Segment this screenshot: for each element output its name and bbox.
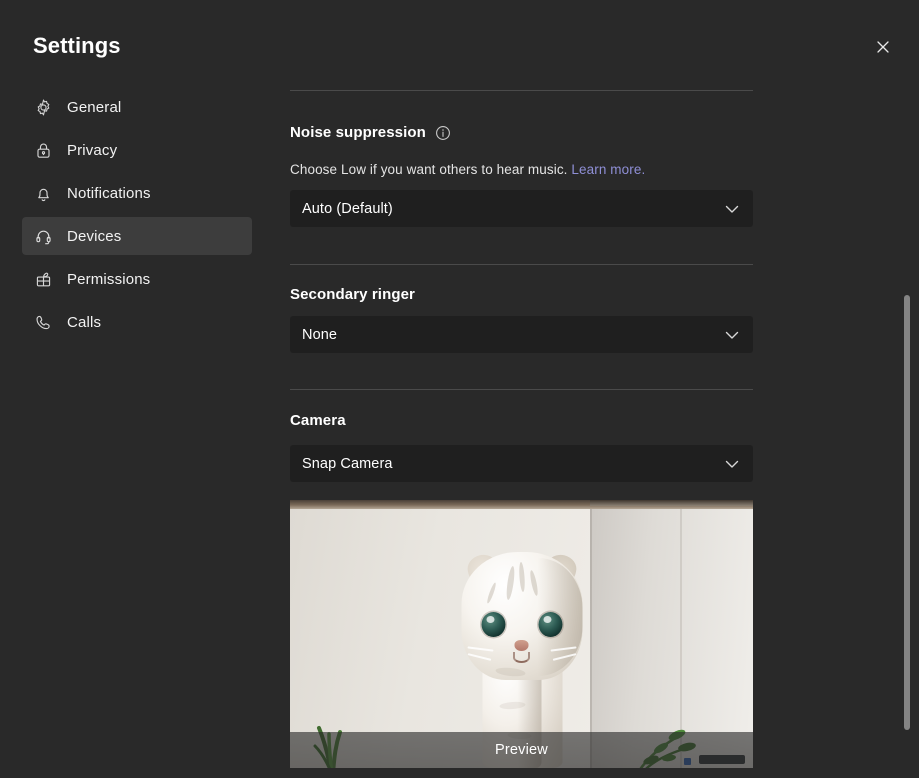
noise-suppression-value: Auto (Default) [302, 200, 393, 217]
noise-suppression-title: Noise suppression [290, 124, 426, 141]
settings-content: Noise suppression Choose Low if you want… [280, 70, 919, 778]
secondary-ringer-heading: Secondary ringer [290, 286, 415, 303]
sidebar-item-label: Calls [67, 313, 102, 331]
camera-dropdown[interactable]: Snap Camera [290, 445, 753, 482]
camera-title: Camera [290, 412, 346, 429]
section-divider [290, 90, 753, 91]
chevron-down-icon [723, 326, 741, 344]
section-divider [290, 389, 753, 390]
sidebar-item-devices[interactable]: Devices [22, 217, 252, 255]
page-title: Settings [33, 33, 121, 58]
chevron-down-icon [723, 200, 741, 218]
secondary-ringer-title: Secondary ringer [290, 286, 415, 303]
preview-label: Preview [495, 742, 548, 758]
preview-wall-seam [590, 500, 592, 768]
chevron-down-icon [723, 455, 741, 473]
sidebar-nav-list: General Privacy Notifications Devices Pe… [0, 88, 280, 341]
preview-label-bar: Preview [290, 732, 753, 768]
sidebar-item-notifications[interactable]: Notifications [22, 174, 252, 212]
learn-more-link[interactable]: Learn more. [571, 162, 645, 177]
bell-icon [32, 182, 54, 204]
settings-dialog: Settings General Privacy Notifications D… [0, 0, 919, 778]
noise-suppression-help: Choose Low if you want others to hear mu… [290, 162, 645, 177]
secondary-ringer-value: None [302, 326, 338, 343]
camera-preview-video [290, 500, 753, 768]
sidebar-item-general[interactable]: General [22, 88, 252, 126]
camera-heading: Camera [290, 412, 346, 429]
preview-ceiling-trim-right [590, 500, 753, 506]
content-scrollbar[interactable] [901, 70, 913, 778]
sidebar-item-label: Devices [67, 227, 122, 245]
sidebar-item-calls[interactable]: Calls [22, 303, 252, 341]
sidebar-item-label: General [67, 98, 122, 116]
phone-icon [32, 311, 54, 333]
camera-value: Snap Camera [302, 455, 393, 472]
sidebar-item-privacy[interactable]: Privacy [22, 131, 252, 169]
scrollbar-thumb[interactable] [904, 295, 910, 730]
noise-suppression-heading: Noise suppression [290, 124, 451, 141]
section-divider [290, 264, 753, 265]
secondary-ringer-dropdown[interactable]: None [290, 316, 753, 353]
sidebar-item-permissions[interactable]: Permissions [22, 260, 252, 298]
noise-suppression-dropdown[interactable]: Auto (Default) [290, 190, 753, 227]
close-button[interactable] [867, 31, 899, 63]
info-icon[interactable] [435, 125, 451, 141]
gear-icon [32, 96, 54, 118]
camera-preview: Preview [290, 500, 753, 768]
noise-suppression-help-text: Choose Low if you want others to hear mu… [290, 162, 568, 177]
sidebar-item-label: Privacy [67, 141, 118, 159]
close-icon [875, 39, 891, 55]
sidebar-item-label: Notifications [67, 184, 151, 202]
sidebar-item-label: Permissions [67, 270, 151, 288]
headset-icon [32, 225, 54, 247]
settings-sidebar: General Privacy Notifications Devices Pe… [0, 88, 280, 778]
permissions-icon [32, 268, 54, 290]
lock-icon [32, 139, 54, 161]
